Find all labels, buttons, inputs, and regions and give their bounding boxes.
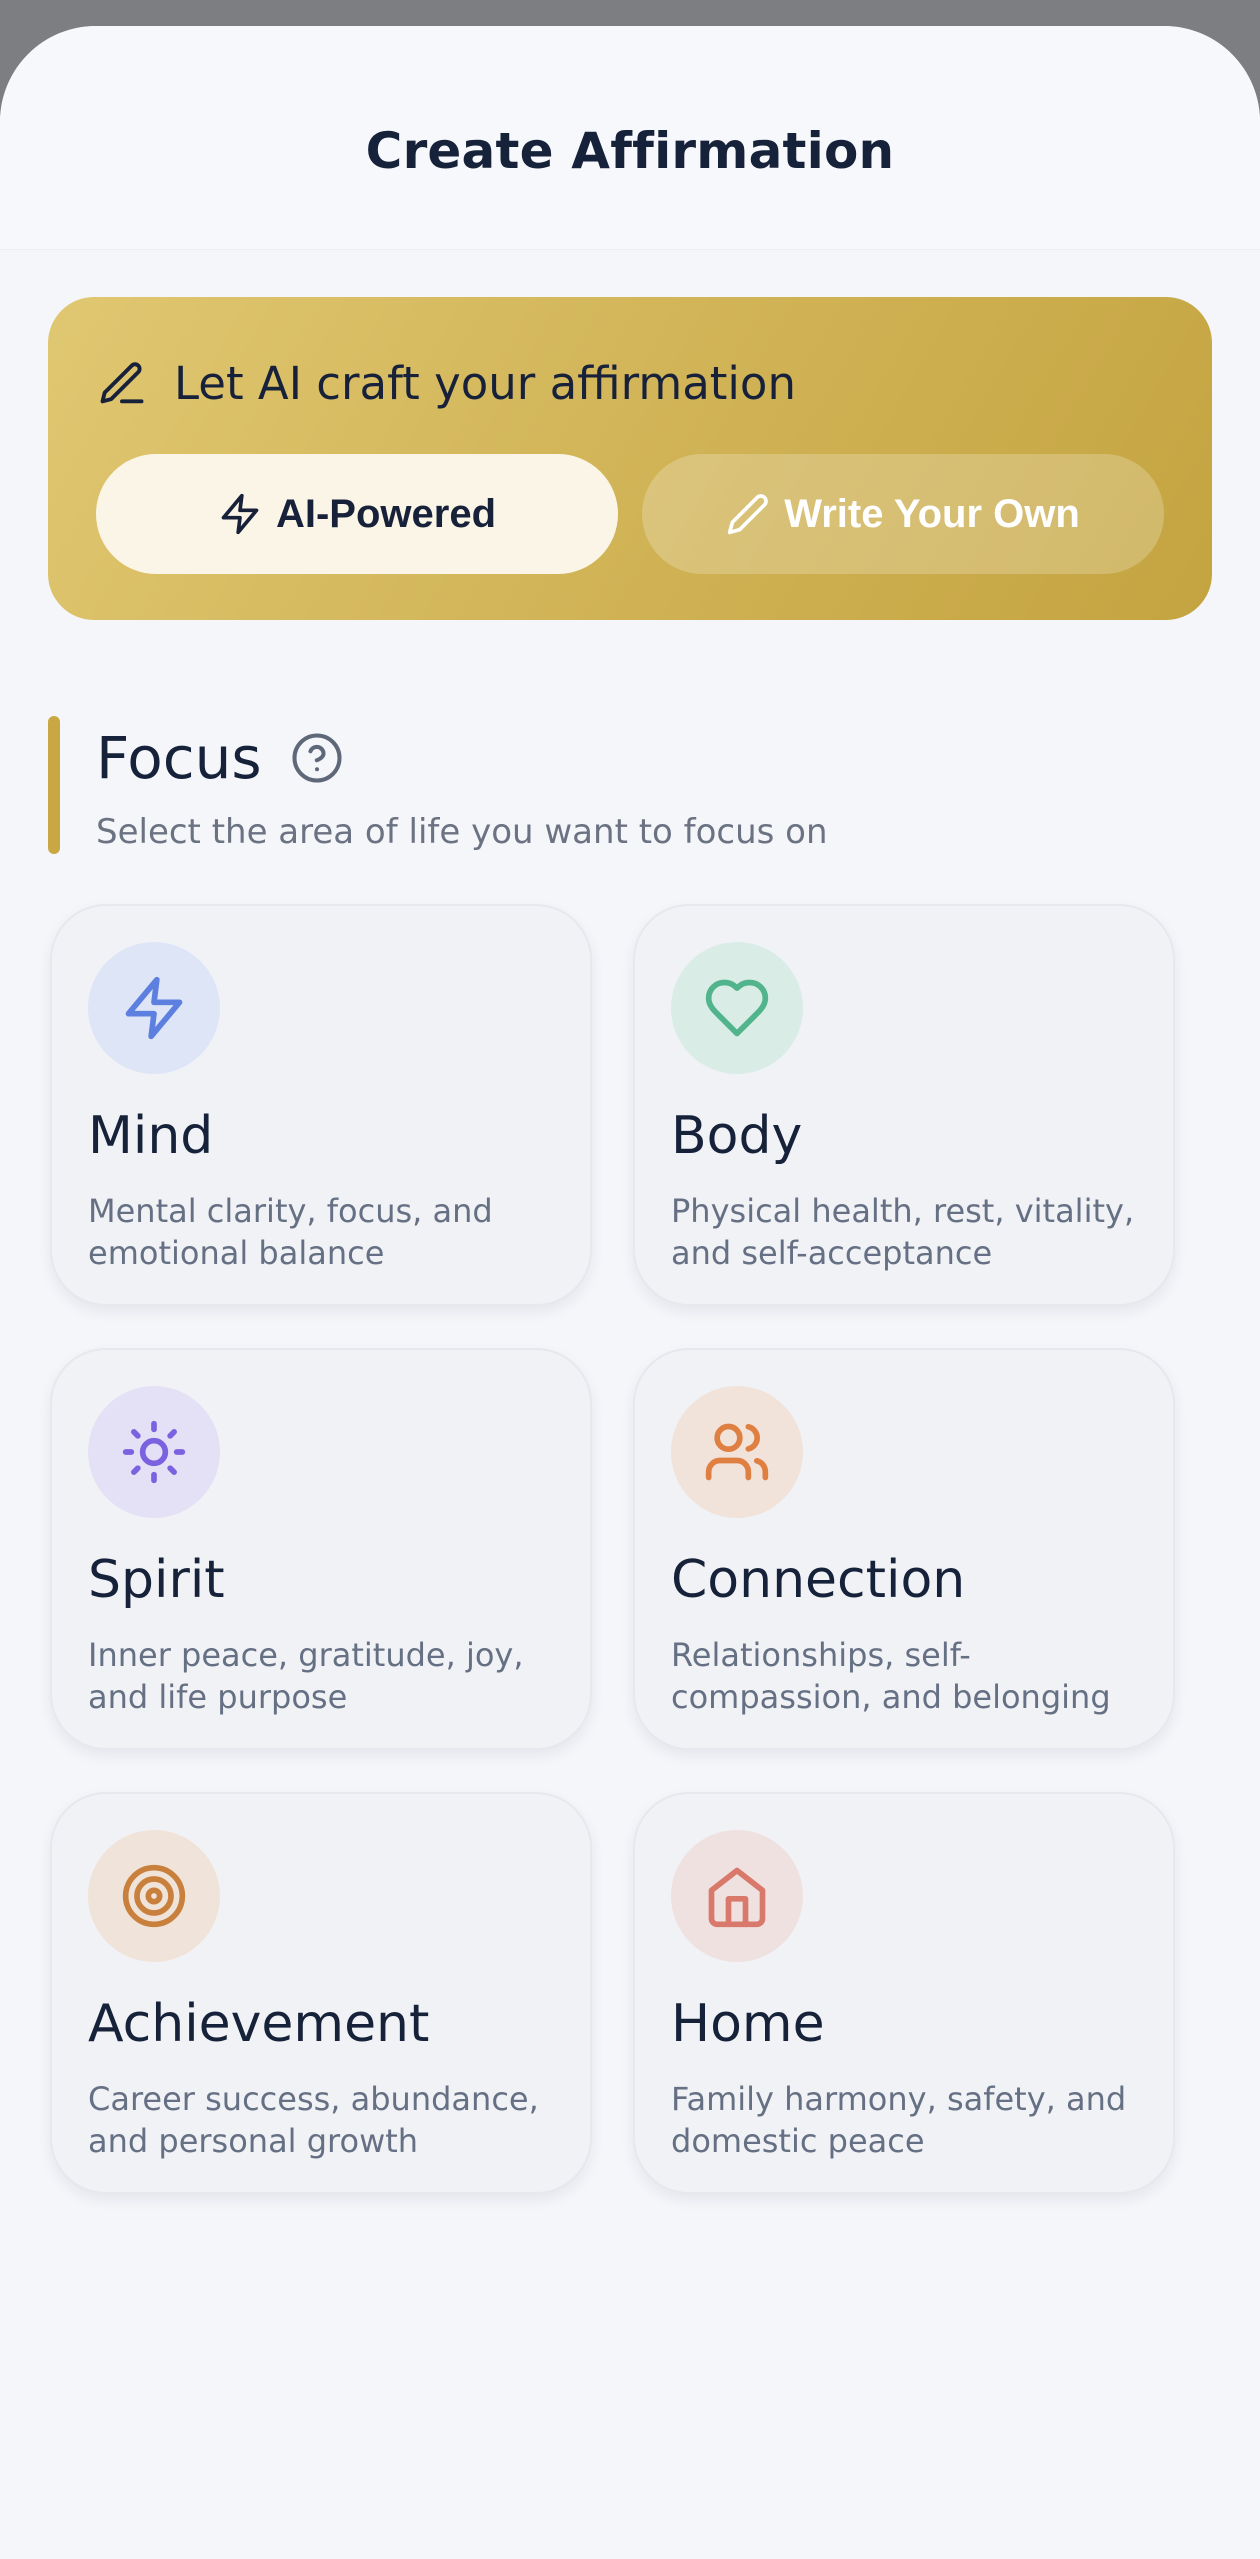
write-your-own-label: Write Your Own — [784, 491, 1080, 536]
write-your-own-button[interactable]: Write Your Own — [642, 454, 1164, 574]
card-description: Inner peace, gratitude, joy, and life pu… — [88, 1636, 524, 1716]
card-title: Body — [671, 1106, 803, 1166]
card-description: Physical health, rest, vitality, and sel… — [671, 1192, 1135, 1272]
lightning-icon — [125, 976, 183, 1040]
create-affirmation-sheet: Create Affirmation Let AI craft your aff… — [0, 26, 1260, 2559]
focus-card-mind[interactable]: Mind Mental clarity, focus, and emotiona… — [50, 904, 592, 1306]
card-title: Mind — [88, 1106, 214, 1166]
card-title: Connection — [671, 1550, 966, 1610]
page-title: Create Affirmation — [365, 122, 895, 180]
ai-powered-label: AI-Powered — [275, 491, 497, 536]
card-icon-bg — [671, 1386, 803, 1518]
home-icon — [708, 1867, 766, 1928]
focus-accent-bar — [48, 716, 60, 854]
pencil-icon — [728, 494, 769, 535]
card-title: Achievement — [88, 1994, 430, 2054]
sun-icon — [122, 1420, 186, 1484]
heart-icon — [705, 979, 769, 1037]
card-description: Mental clarity, focus, and emotional bal… — [88, 1192, 493, 1272]
mode-selector-card: Let AI craft your affirmation AI-Powered… — [48, 297, 1212, 620]
focus-card-achievement[interactable]: Achievement Career success, abundance, a… — [50, 1792, 592, 2194]
focus-heading: Focus — [96, 724, 344, 792]
header: Create Affirmation — [0, 26, 1260, 250]
focus-title: Focus — [96, 724, 262, 792]
ai-powered-button[interactable]: AI-Powered — [96, 454, 618, 574]
card-description: Career success, abundance, and personal … — [88, 2080, 539, 2160]
focus-card-spirit[interactable]: Spirit Inner peace, gratitude, joy, and … — [50, 1348, 592, 1750]
target-icon — [122, 1864, 186, 1928]
card-description: Family harmony, safety, and domestic pea… — [671, 2080, 1127, 2160]
card-icon-bg — [88, 1386, 220, 1518]
card-icon-bg — [671, 1830, 803, 1962]
focus-card-connection[interactable]: Connection Relationships, self-compassio… — [633, 1348, 1175, 1750]
mode-heading: Let AI craft your affirmation — [96, 357, 796, 410]
focus-subtitle: Select the area of life you want to focu… — [96, 812, 828, 852]
lightning-icon — [221, 493, 259, 535]
mode-heading-text: Let AI craft your affirmation — [174, 357, 796, 410]
card-icon-bg — [88, 1830, 220, 1962]
focus-card-body[interactable]: Body Physical health, rest, vitality, an… — [633, 904, 1175, 1306]
card-title: Spirit — [88, 1550, 225, 1610]
card-icon-bg — [88, 942, 220, 1074]
users-icon — [705, 1423, 769, 1481]
pencil-line-icon — [100, 361, 144, 403]
card-description: Relationships, self-compassion, and belo… — [671, 1636, 1111, 1716]
card-title: Home — [671, 1994, 825, 2054]
help-circle-icon[interactable] — [290, 731, 344, 785]
focus-card-home[interactable]: Home Family harmony, safety, and domesti… — [633, 1792, 1175, 2194]
card-icon-bg — [671, 942, 803, 1074]
